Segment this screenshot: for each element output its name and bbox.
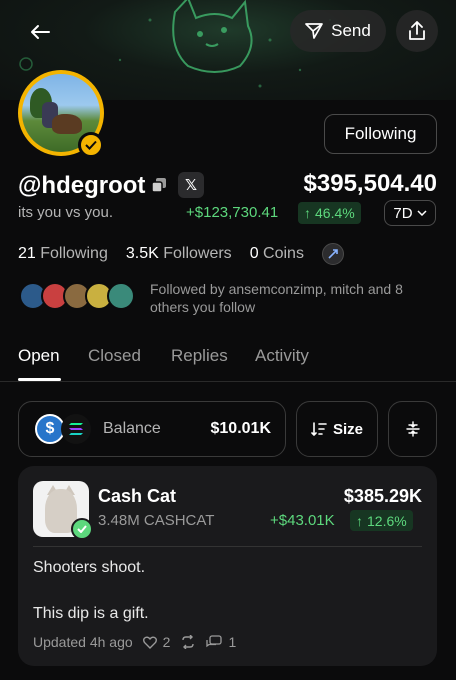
copy-icon[interactable] — [150, 176, 170, 196]
profile-bio: its you vs you. — [18, 204, 114, 221]
profile-handle: @hdegroot — [18, 172, 146, 199]
active-tab-indicator — [18, 378, 61, 381]
comment-icon — [206, 635, 223, 648]
like-count: 2 — [162, 634, 171, 650]
following-button[interactable]: Following — [324, 114, 437, 154]
token-gain: +$43.01K — [270, 512, 335, 529]
mutual-followers-text[interactable]: Followed by ansemconzimp, mitch and 8 ot… — [150, 280, 430, 316]
back-button[interactable] — [24, 18, 56, 46]
repost-button[interactable] — [180, 635, 196, 649]
position-meta: Updated 4h ago 2 1 — [33, 634, 236, 650]
token-name: Cash Cat — [98, 486, 177, 506]
send-label: Send — [331, 21, 371, 40]
followers-stat[interactable]: 3.5K Followers — [126, 245, 232, 263]
verified-badge-icon — [78, 132, 104, 158]
sort-size-button[interactable]: Size — [296, 401, 378, 457]
up-arrow-icon: ↑ — [356, 512, 363, 529]
solana-icon — [61, 414, 91, 444]
position-note-line-2: This dip is a gift. — [33, 605, 149, 622]
time-range-value: 7D — [393, 204, 413, 222]
token-amount: 3.48M CASHCAT — [98, 512, 215, 529]
tab-closed[interactable]: Closed — [88, 346, 141, 366]
tab-open[interactable]: Open — [18, 346, 60, 366]
position-card[interactable]: Cash Cat 3.48M CASHCAT $385.29K +$43.01K… — [18, 466, 437, 666]
tab-replies[interactable]: Replies — [171, 346, 228, 366]
total-gain-pct-badge: ↑ 46.4% — [298, 202, 361, 224]
mutual-followers-avatars[interactable] — [19, 282, 135, 312]
heart-icon — [142, 636, 157, 649]
share-icon — [409, 21, 425, 40]
total-gain: +$123,730.41 — [186, 204, 279, 221]
gain-pct-value: 46.4% — [315, 205, 355, 221]
filter-icon — [405, 421, 420, 437]
token-gain-pct-badge: ↑ 12.6% — [350, 510, 413, 531]
balance-value: $10.01K — [210, 420, 272, 437]
verified-token-icon — [71, 518, 93, 540]
position-note-line-1: Shooters shoot. — [33, 559, 146, 576]
chevron-down-icon — [417, 210, 427, 216]
total-value: $395,504.40 — [303, 170, 437, 197]
tab-activity[interactable]: Activity — [255, 346, 309, 366]
profile-tabs: Open Closed Replies Activity — [0, 344, 456, 382]
following-stat[interactable]: 21 Following — [18, 245, 108, 263]
token-value: $385.29K — [343, 486, 422, 506]
balance-card[interactable]: $ Balance $10.01K — [18, 401, 286, 457]
divider — [33, 546, 422, 547]
time-range-select[interactable]: 7D — [384, 200, 436, 226]
balance-label: Balance — [103, 420, 161, 437]
sort-icon — [311, 422, 327, 436]
x-logo-icon[interactable]: 𝕏 — [178, 172, 204, 198]
up-arrow-icon: ↑ — [304, 205, 311, 221]
repost-icon — [182, 635, 195, 649]
send-icon — [305, 23, 323, 39]
comment-count: 1 — [228, 634, 237, 650]
share-button[interactable] — [396, 10, 438, 52]
like-button[interactable]: 2 — [142, 634, 171, 650]
coins-stat[interactable]: 0 Coins — [250, 245, 304, 263]
chain-icon[interactable] — [321, 243, 344, 265]
send-button[interactable]: Send — [290, 10, 386, 52]
back-arrow-icon — [31, 25, 50, 39]
comment-button[interactable]: 1 — [206, 634, 236, 650]
token-gain-pct-value: 12.6% — [367, 512, 407, 529]
filter-button[interactable] — [388, 401, 437, 457]
updated-time: Updated 4h ago — [33, 634, 133, 650]
profile-stats: 21 Following 3.5K Followers 0 Coins — [18, 243, 344, 265]
balance-coins: $ — [35, 414, 93, 444]
sort-label: Size — [332, 420, 363, 438]
